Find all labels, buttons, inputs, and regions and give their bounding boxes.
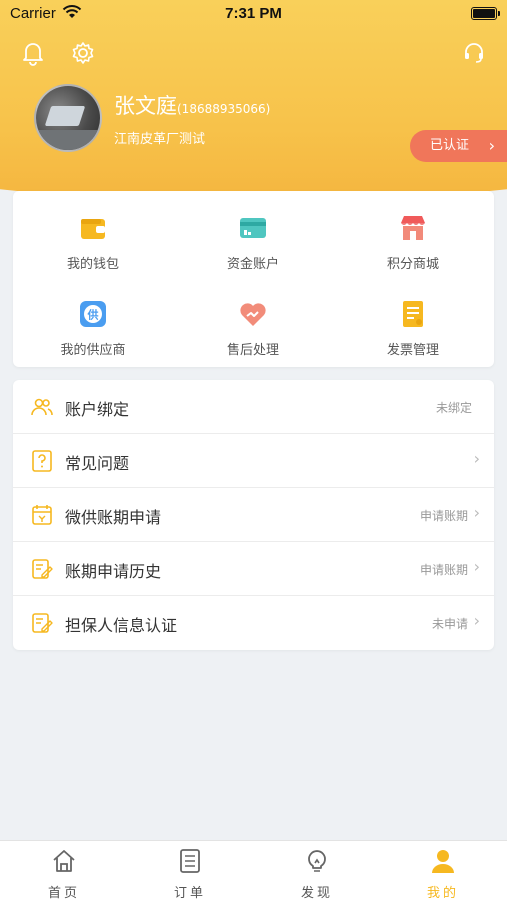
user-name-text: 张文庭	[114, 94, 177, 118]
menu-row-label: 微供账期申请	[65, 508, 162, 527]
chevron-right-icon: ›	[473, 503, 480, 522]
battery-tip	[498, 11, 500, 16]
heart-handshake-icon	[240, 303, 266, 326]
calendar-icon	[32, 505, 52, 525]
person-icon	[432, 850, 454, 873]
grid-label: 发票管理	[386, 343, 439, 358]
avatar-photo-desk	[36, 130, 100, 150]
grid-item-fund-account[interactable]: 资金账户	[173, 213, 333, 272]
menu-row-status: 申请账期	[419, 509, 468, 523]
user-name: 张文庭(18688935066)	[114, 90, 270, 120]
menu-row-credit-apply[interactable]: 微供账期申请 申请账期 ›	[13, 488, 494, 542]
clock: 7:31 PM	[225, 5, 282, 22]
users-icon	[31, 398, 53, 416]
avatar-photo-screen	[44, 106, 86, 126]
invoice-icon	[403, 301, 423, 327]
battery-icon	[471, 7, 497, 20]
card-icon	[240, 218, 266, 238]
menu-list: 账户绑定 未绑定 常见问题 › 微供账期申请 申请账期 › 账期申请历史 申请账…	[13, 380, 494, 650]
menu-row-status: 申请账期	[419, 563, 468, 577]
status-bar: Carrier 7:31 PM	[0, 0, 507, 30]
grid-label: 我的钱包	[66, 257, 119, 272]
menu-row-credit-history[interactable]: 账期申请历史 申请账期 ›	[13, 542, 494, 596]
grid-label: 积分商城	[386, 257, 439, 272]
chevron-right-icon: ›	[488, 136, 495, 155]
grid-label: 售后处理	[226, 343, 279, 358]
tab-label: 订单	[173, 886, 206, 900]
order-list-icon	[180, 849, 200, 873]
chevron-right-icon: ›	[473, 449, 480, 468]
menu-row-status: 未绑定	[435, 401, 472, 415]
menu-row-account-binding[interactable]: 账户绑定 未绑定	[13, 380, 494, 434]
chevron-right-icon: ›	[473, 611, 480, 630]
tab-label: 发现	[300, 886, 333, 900]
grid-item-invoice[interactable]: 发票管理	[333, 299, 493, 358]
grid-item-points-mall[interactable]: 积分商城	[333, 213, 493, 272]
tab-bar: 首页 订单 发现 我的	[0, 840, 507, 900]
grid-item-supplier[interactable]: 供 我的供应商	[13, 299, 173, 358]
home-icon	[53, 850, 75, 872]
verified-badge[interactable]: 已认证 ›	[410, 130, 507, 162]
wallet-icon	[81, 219, 105, 239]
edit-document-icon	[32, 559, 53, 579]
svg-text:供: 供	[87, 308, 99, 322]
grid-label: 资金账户	[226, 257, 279, 272]
menu-row-label: 账户绑定	[65, 400, 130, 419]
menu-row-status: 未申请	[431, 617, 468, 631]
headset-icon[interactable]	[461, 40, 487, 66]
chevron-right-icon: ›	[473, 557, 480, 576]
tab-orders[interactable]: 订单	[140, 847, 240, 900]
question-icon	[32, 450, 52, 472]
user-phone: (18688935066)	[177, 102, 271, 116]
grid-item-wallet[interactable]: 我的钱包	[13, 213, 173, 272]
user-company: 江南皮革厂测试	[114, 132, 206, 147]
verified-label: 已认证	[430, 138, 470, 153]
menu-row-label: 常见问题	[65, 454, 130, 473]
menu-row-label: 账期申请历史	[65, 562, 162, 581]
tab-home[interactable]: 首页	[14, 847, 114, 900]
edit-document-icon	[32, 613, 53, 633]
feature-grid: 我的钱包 资金账户 积分商城 供 我的供应商 售后处理 发票管理	[13, 191, 494, 367]
grid-label: 我的供应商	[60, 343, 126, 358]
menu-row-guarantor-verification[interactable]: 担保人信息认证 未申请 ›	[13, 596, 494, 650]
menu-row-faq[interactable]: 常见问题 ›	[13, 434, 494, 488]
tab-mine[interactable]: 我的	[393, 847, 493, 900]
avatar[interactable]	[34, 84, 102, 152]
tab-label: 我的	[426, 886, 459, 900]
menu-row-label: 担保人信息认证	[65, 616, 178, 635]
supplier-icon: 供	[80, 301, 106, 327]
grid-item-after-sales[interactable]: 售后处理	[173, 299, 333, 358]
gear-icon[interactable]	[70, 40, 96, 66]
bell-icon[interactable]	[20, 40, 46, 66]
tab-label: 首页	[47, 886, 80, 900]
shop-icon	[401, 216, 425, 240]
tab-discover[interactable]: 发现	[267, 847, 367, 900]
lightbulb-icon	[308, 850, 326, 872]
